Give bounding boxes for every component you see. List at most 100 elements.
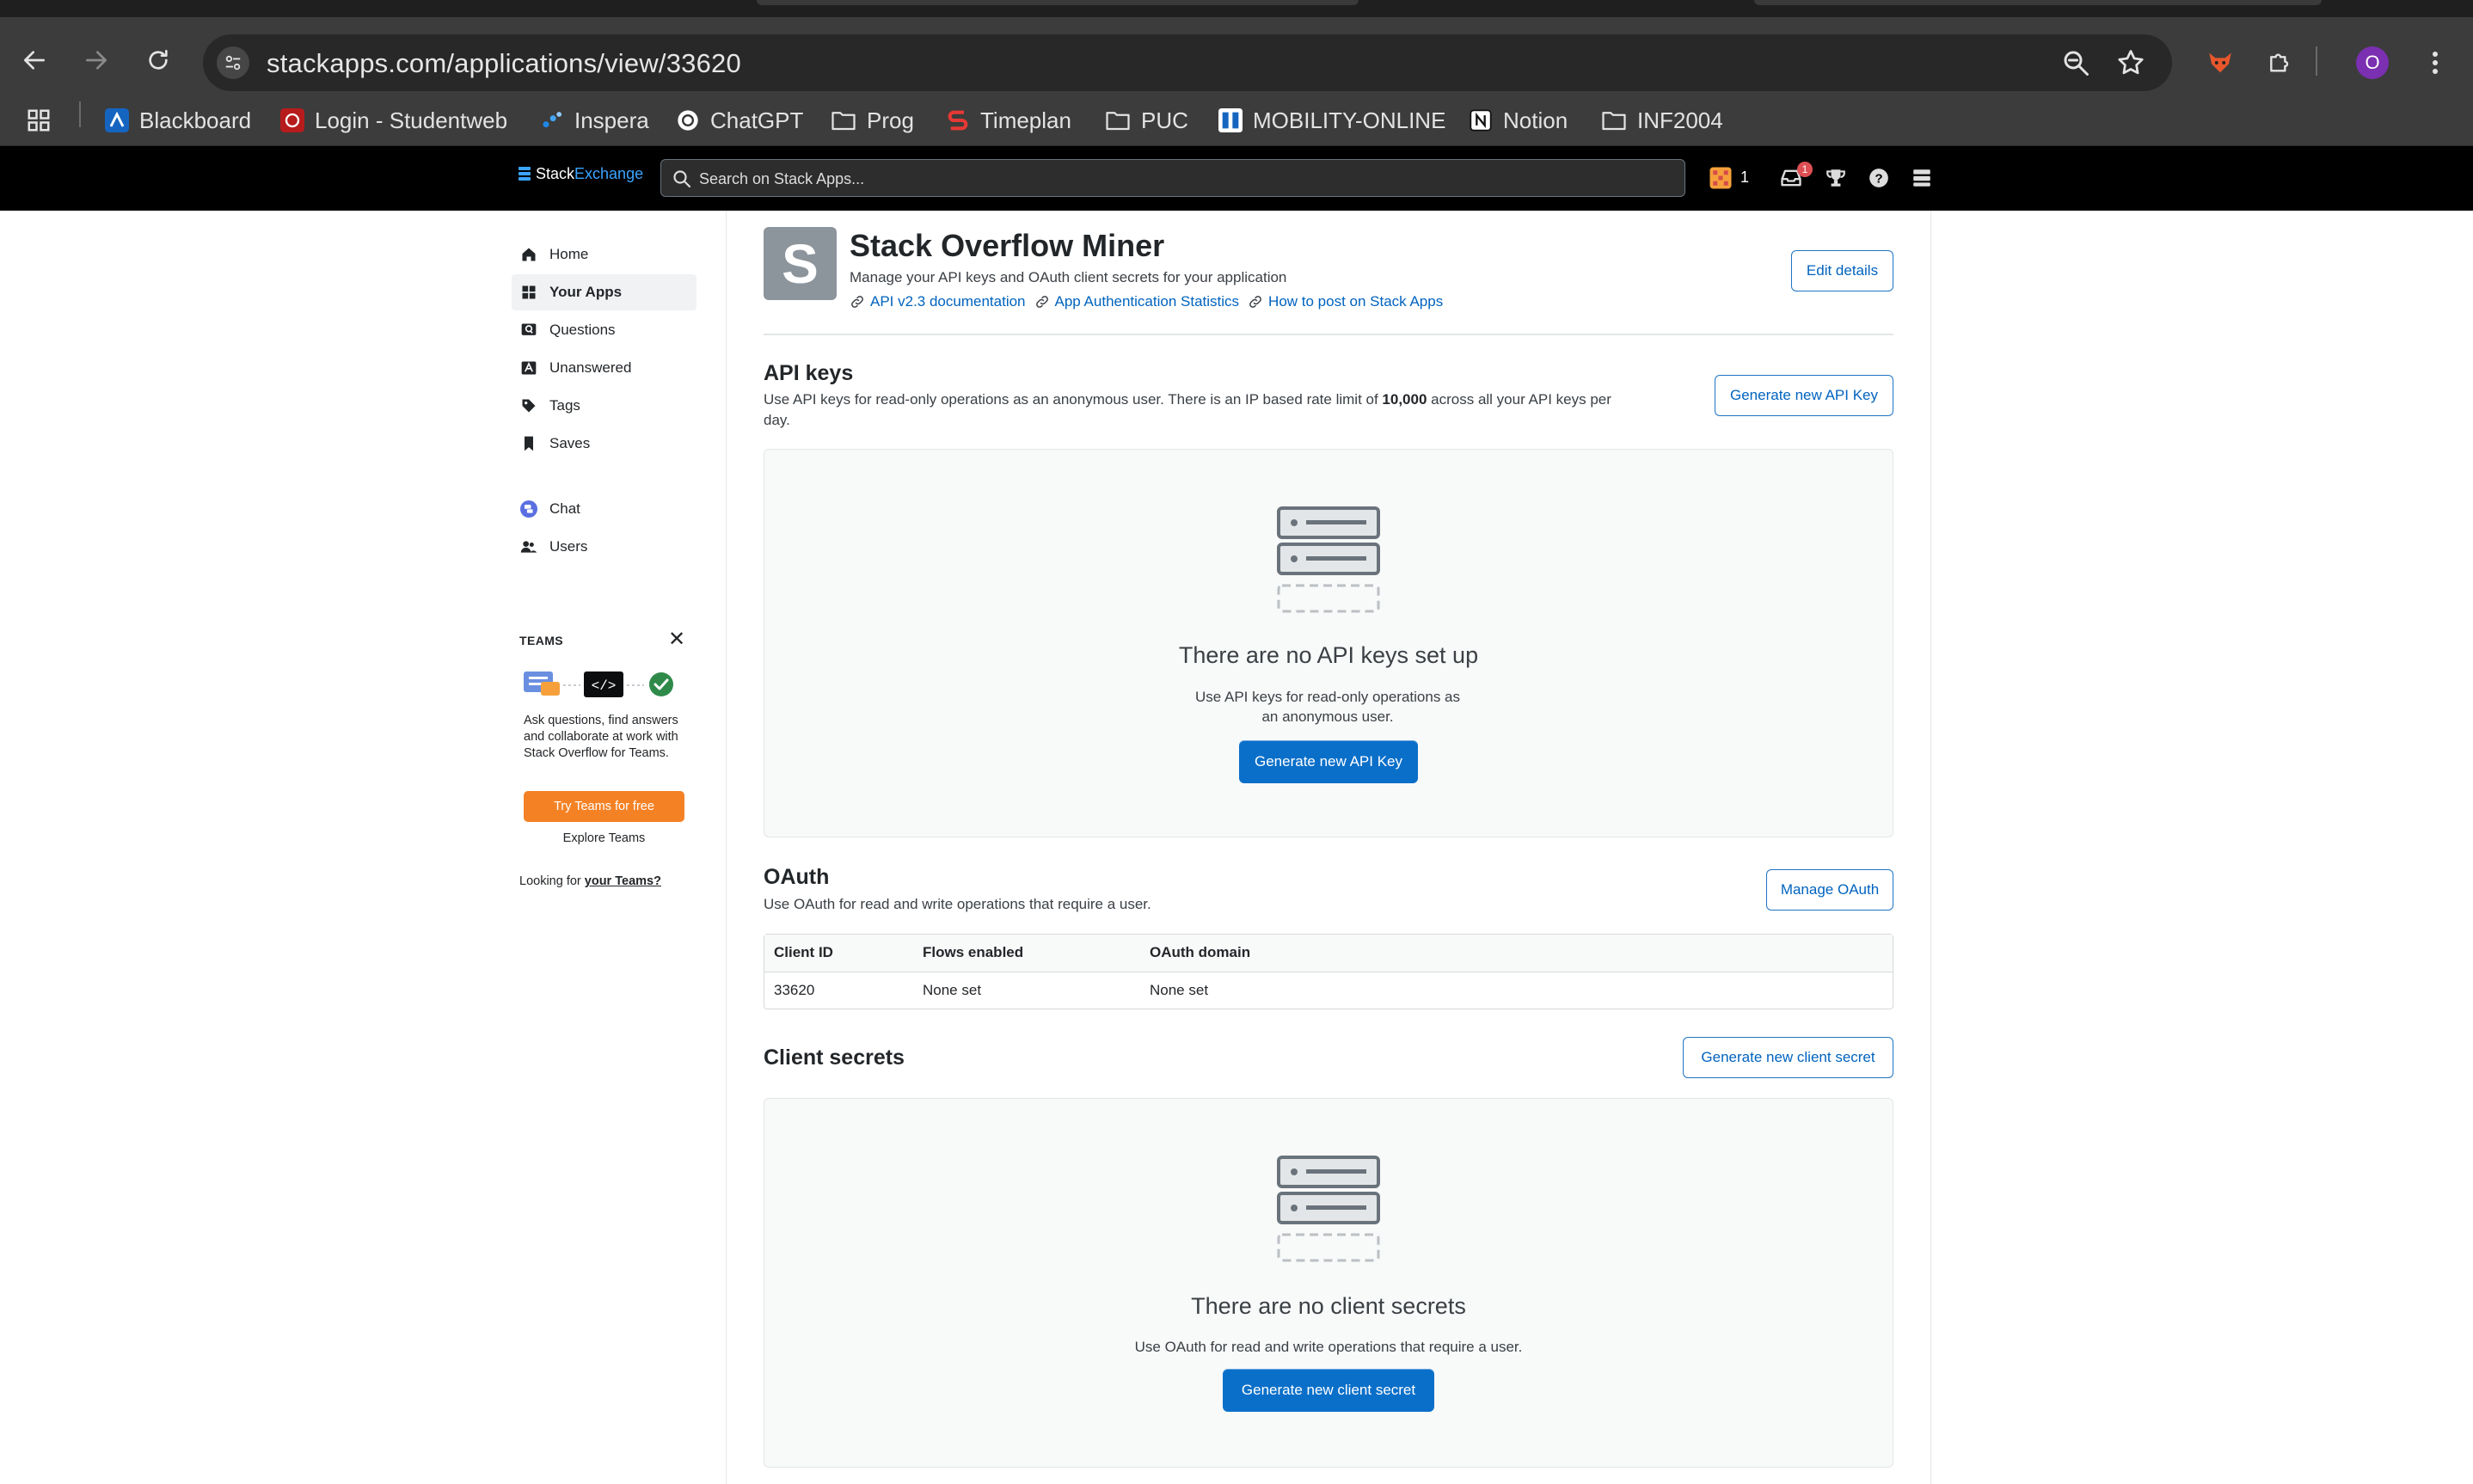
tune-icon [225,55,241,71]
looking-for-teams: Looking for your Teams? [519,874,661,888]
auth-stats-link[interactable]: App Authentication Statistics [1034,293,1240,310]
inbox-badge: 1 [1797,162,1813,177]
api-docs-link[interactable]: API v2.3 documentation [850,293,1026,310]
sidebar-item-users[interactable]: Users [512,529,696,565]
help-icon[interactable]: ? [1866,165,1892,191]
trophy-icon[interactable] [1823,165,1849,191]
bookmark-label: Notion [1503,107,1568,133]
oauth-table: Client ID Flows enabled OAuth domain 336… [764,934,1893,1009]
rate-limit-value: 10,000 [1382,391,1427,408]
chatgpt-icon [676,108,700,132]
api-keys-empty-desc: Use API keys for read-only operations as… [1194,689,1461,725]
client-secrets-empty-desc: Use OAuth for read and write operations … [1134,1339,1523,1355]
bookmark-chatgpt[interactable]: ChatGPT [676,103,803,138]
site-info-button[interactable] [217,46,249,79]
api-keys-desc-text: Use API keys for read-only operations as… [764,391,1383,408]
bookmark-label: PUC [1141,107,1188,133]
sidebar-item-saves[interactable]: Saves [512,426,696,462]
search-icon [673,170,691,188]
bookmarks-divider [79,101,81,127]
achievements-avatar-icon[interactable] [1708,165,1734,191]
bookmark-blackboard[interactable]: Blackboard [105,103,251,138]
page-subtitle: Manage your API keys and OAuth client se… [850,269,1287,285]
api-keys-description: Use API keys for read-only operations as… [764,389,1623,431]
bookmark-label: Login - Studentweb [315,107,508,133]
site-switcher-icon[interactable] [1909,165,1935,191]
generate-api-key-primary-button[interactable]: Generate new API Key [1239,740,1418,783]
folder-icon [831,109,856,132]
site-topbar: StackExchange Search on Stack Apps... 1 … [0,146,2473,211]
try-teams-button[interactable]: Try Teams for free [524,791,684,822]
close-icon[interactable]: ✕ [668,627,685,652]
browser-toolbar: stackapps.com/applications/view/33620 O [0,17,2473,95]
bookmark-inf2004[interactable]: INF2004 [1601,103,1723,138]
arrow-left-icon [24,51,45,70]
more-menu-icon[interactable] [2418,46,2452,80]
reload-icon [149,50,168,70]
link-icon [851,296,863,308]
bookmark-label: Timeplan [980,107,1071,133]
bookmark-label: MOBILITY-ONLINE [1253,107,1446,133]
column-header-client-id: Client ID [774,944,833,960]
bookmark-inspera[interactable]: Inspera [540,103,649,138]
extensions-puzzle-icon[interactable] [2263,46,2298,80]
url-text[interactable]: stackapps.com/applications/view/33620 [267,48,741,79]
table-row: 33620 None set None set [764,972,1893,1009]
edit-details-button[interactable]: Edit details [1791,250,1893,291]
reputation-count[interactable]: 1 [1740,169,1749,187]
how-to-post-link-label: How to post on Stack Apps [1268,293,1444,310]
logo-text-stack: Stack [536,165,575,182]
auth-stats-link-label: App Authentication Statistics [1054,293,1240,310]
api-docs-link-label: API v2.3 documentation [870,293,1026,310]
server-stack-icon [1277,1156,1380,1262]
unanswered-icon [520,359,537,377]
site-search-input[interactable]: Search on Stack Apps... [660,159,1685,197]
address-bar[interactable]: stackapps.com/applications/view/33620 [203,34,2172,91]
looking-prefix: Looking for [519,874,585,888]
reload-button[interactable] [141,43,175,77]
column-header-flows: Flows enabled [923,944,1024,960]
apps-grid-button[interactable] [26,103,52,138]
browser-tab-strip [0,0,2473,17]
flows-enabled-cell: None set [923,982,982,998]
bookmark-timeplan[interactable]: Timeplan [946,103,1071,138]
tab-edge[interactable] [1754,0,2322,5]
zoom-icon[interactable] [2060,47,2091,78]
sidebar-item-your-apps[interactable]: Your Apps [512,274,696,310]
generate-client-secret-primary-button[interactable]: Generate new client secret [1223,1369,1434,1412]
app-avatar: S [764,227,837,300]
profile-avatar[interactable]: O [2356,46,2389,79]
tab-edge[interactable] [757,0,1359,5]
sidebar-item-chat[interactable]: Chat [512,491,696,527]
how-to-post-link[interactable]: How to post on Stack Apps [1248,293,1443,310]
your-teams-link[interactable]: your Teams? [585,874,661,888]
bookmark-puc[interactable]: PUC [1105,103,1188,138]
tag-icon [520,397,537,414]
table-header-row: Client ID Flows enabled OAuth domain [764,935,1893,972]
sidebar-item-home[interactable]: Home [512,236,696,273]
explore-teams-link[interactable]: Explore Teams [524,831,684,845]
bookmark-mobility-online[interactable]: MOBILITY-ONLINE [1218,103,1445,138]
sidebar-item-questions[interactable]: Questions [512,312,696,348]
generate-client-secret-button[interactable]: Generate new client secret [1683,1037,1893,1078]
back-button[interactable] [17,43,52,77]
sidebar-item-label: Saves [549,435,591,451]
forward-button[interactable] [79,43,114,77]
api-keys-heading: API keys [764,361,854,385]
app-links: API v2.3 documentation App Authenticatio… [850,293,1446,310]
extension-fox-icon[interactable] [2203,46,2237,80]
sidebar-item-tags[interactable]: Tags [512,388,696,424]
sidebar-item-label: Home [549,246,589,262]
bookmark-prog[interactable]: Prog [831,103,914,138]
sidebar-item-label: Your Apps [549,284,623,300]
bookmark-notion[interactable]: Notion [1469,103,1568,138]
blackboard-icon [105,108,129,132]
bookmark-login-studentweb[interactable]: Login - Studentweb [280,103,507,138]
sidebar-item-unanswered[interactable]: Unanswered [512,350,696,386]
users-icon [520,538,537,555]
stackexchange-logo[interactable]: StackExchange [519,165,643,183]
generate-api-key-button[interactable]: Generate new API Key [1715,375,1893,416]
manage-oauth-button[interactable]: Manage OAuth [1766,869,1893,911]
svg-text:</>: </> [592,678,617,694]
star-icon[interactable] [2115,47,2146,78]
